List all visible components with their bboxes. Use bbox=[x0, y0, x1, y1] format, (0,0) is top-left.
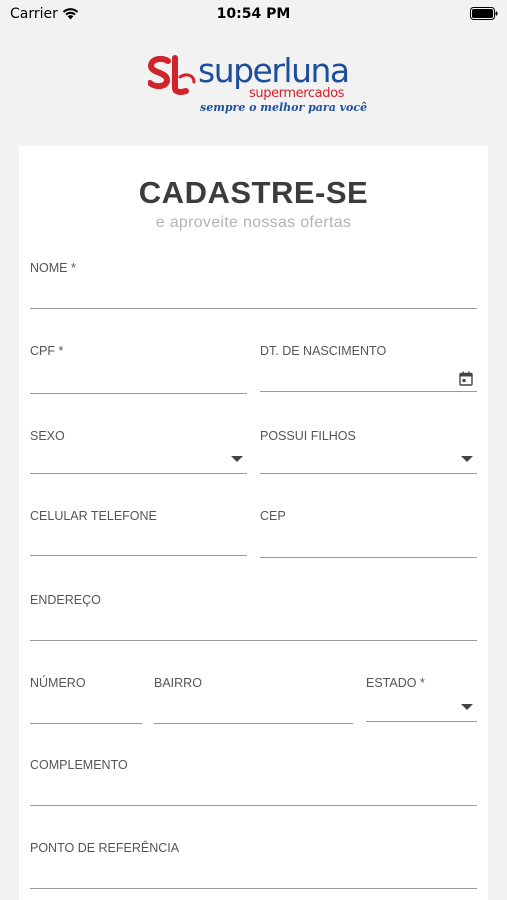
calendar-icon[interactable] bbox=[459, 371, 473, 386]
dropdown-arrow-icon bbox=[461, 704, 473, 710]
filhos-select[interactable]: POSSUI FILHOS bbox=[260, 429, 477, 474]
cep-field[interactable]: CEP bbox=[260, 509, 477, 558]
endereco-underline bbox=[30, 640, 477, 641]
complemento-field[interactable]: COMPLEMENTO bbox=[30, 758, 477, 806]
cpf-label: CPF * bbox=[30, 344, 64, 358]
bairro-label: BAIRRO bbox=[154, 676, 202, 690]
logo-name: superluna bbox=[198, 51, 350, 90]
numero-underline bbox=[30, 723, 142, 724]
logo-slogan: sempre o melhor para você bbox=[200, 101, 368, 114]
nascimento-field[interactable]: DT. DE NASCIMENTO bbox=[260, 344, 477, 392]
dropdown-arrow-icon bbox=[231, 456, 243, 462]
cpf-underline bbox=[30, 393, 247, 394]
cep-label: CEP bbox=[260, 509, 286, 523]
bairro-field[interactable]: BAIRRO bbox=[154, 676, 353, 724]
logo-subtitle: supermercados bbox=[249, 86, 344, 101]
referencia-field[interactable]: PONTO DE REFERÊNCIA bbox=[30, 841, 477, 889]
nome-underline bbox=[30, 308, 477, 309]
cep-underline bbox=[260, 557, 477, 558]
estado-underline bbox=[366, 721, 477, 722]
filhos-label: POSSUI FILHOS bbox=[260, 429, 356, 443]
referencia-label: PONTO DE REFERÊNCIA bbox=[30, 841, 180, 855]
logo-mark-icon bbox=[148, 55, 196, 95]
numero-field[interactable]: NÚMERO bbox=[30, 676, 142, 724]
superluna-logo: superluna supermercados sempre o melhor … bbox=[148, 51, 367, 119]
estado-label: ESTADO * bbox=[366, 676, 425, 690]
celular-label: CELULAR TELEFONE bbox=[30, 509, 157, 523]
sexo-label: SEXO bbox=[30, 429, 65, 443]
bairro-underline bbox=[154, 723, 353, 724]
cpf-field[interactable]: CPF * bbox=[30, 344, 247, 394]
sexo-select[interactable]: SEXO bbox=[30, 429, 247, 474]
celular-field[interactable]: CELULAR TELEFONE bbox=[30, 509, 247, 556]
signup-card: CADASTRE-SE e aproveite nossas ofertas N… bbox=[19, 146, 488, 900]
nome-label: NOME * bbox=[30, 261, 76, 275]
complemento-label: COMPLEMENTO bbox=[30, 758, 128, 772]
complemento-underline bbox=[30, 805, 477, 806]
nome-field[interactable]: NOME * bbox=[30, 261, 477, 309]
endereco-field[interactable]: ENDEREÇO bbox=[30, 593, 477, 641]
nascimento-label: DT. DE NASCIMENTO bbox=[260, 344, 387, 358]
numero-label: NÚMERO bbox=[30, 676, 86, 690]
dropdown-arrow-icon bbox=[461, 456, 473, 462]
sexo-underline bbox=[30, 473, 247, 474]
filhos-underline bbox=[260, 473, 477, 474]
estado-select[interactable]: ESTADO * bbox=[366, 676, 477, 722]
battery-icon bbox=[470, 7, 498, 20]
nascimento-underline bbox=[260, 391, 477, 392]
endereco-label: ENDEREÇO bbox=[30, 593, 101, 607]
status-bar: Carrier 10:54 PM bbox=[0, 0, 507, 30]
celular-underline bbox=[30, 555, 247, 556]
referencia-underline bbox=[30, 888, 477, 889]
page-title: CADASTRE-SE bbox=[138, 175, 369, 210]
page-subtitle: e aproveite nossas ofertas bbox=[155, 214, 352, 231]
clock: 10:54 PM bbox=[216, 6, 291, 22]
